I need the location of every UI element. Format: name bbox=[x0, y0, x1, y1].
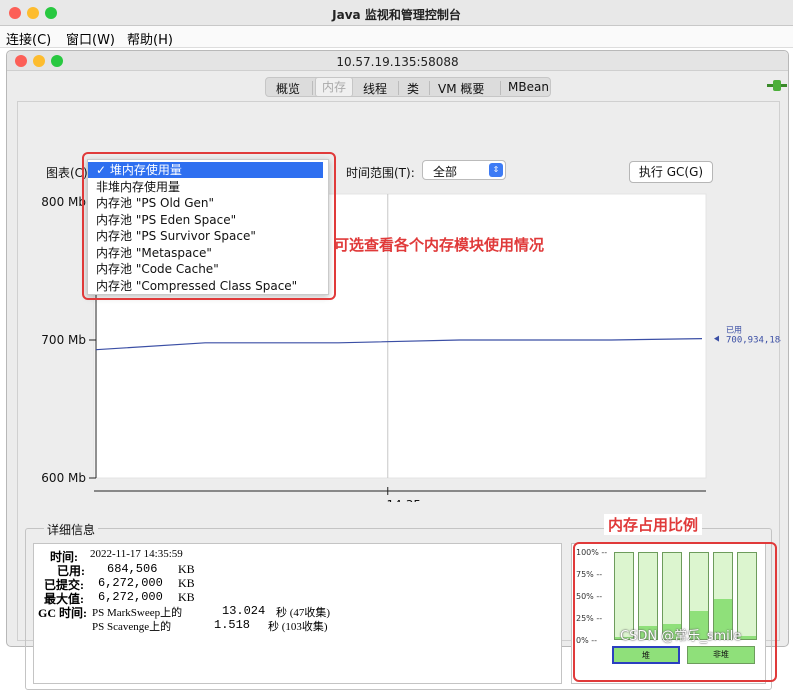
dropdown-highlight-box bbox=[82, 152, 336, 300]
time-value: 2022-11-17 14:35:59 bbox=[90, 548, 183, 560]
connection-plug-icon bbox=[767, 80, 787, 91]
time-range-select[interactable]: 全部 ⇕ bbox=[422, 160, 506, 180]
tab-memory[interactable]: 内存 bbox=[315, 77, 354, 97]
max-unit: KB bbox=[178, 590, 195, 604]
menu-bar: 连接(C) 窗口(W) 帮助(H) bbox=[0, 26, 793, 48]
time-range-value: 全部 bbox=[433, 165, 458, 179]
select-arrows-icon: ⇕ bbox=[489, 163, 503, 177]
connection-title-bar: 10.57.19.135:58088 bbox=[7, 51, 788, 71]
gc2-unit: 秒 (103收集) bbox=[268, 621, 328, 633]
menu-connect[interactable]: 连接(C) bbox=[6, 29, 51, 48]
y-tick-label: 700 Mb bbox=[41, 333, 86, 347]
tab-separator bbox=[312, 81, 313, 95]
ratio-highlight-box bbox=[573, 542, 777, 682]
gc2-time: 1.518 bbox=[214, 618, 251, 632]
tab-separator bbox=[429, 81, 430, 95]
memory-panel: 图表(C): 时间范围(T): 全部 ⇕ 执行 GC(G) 800 Mb 700 … bbox=[17, 101, 781, 690]
used-value: 684,506 bbox=[107, 562, 158, 576]
connection-title: 10.57.19.135:58088 bbox=[336, 55, 459, 69]
committed-value: 6,272,000 bbox=[98, 576, 163, 590]
x-tick-label: 14:35 bbox=[386, 498, 421, 502]
tab-mbean[interactable]: MBean bbox=[502, 80, 555, 94]
tab-separator bbox=[500, 81, 501, 95]
details-title: 详细信息 bbox=[44, 521, 99, 538]
legend-marker bbox=[714, 335, 719, 342]
tab-vm-summary[interactable]: VM 概要 bbox=[432, 80, 490, 97]
ratio-annotation: 内存占用比例 bbox=[604, 514, 703, 535]
time-range-label: 时间范围(T): bbox=[346, 166, 415, 180]
used-unit: KB bbox=[178, 562, 195, 576]
y-tick-label: 600 Mb bbox=[41, 471, 86, 485]
tab-bar: 概览 内存 线程 类 VM 概要 MBean bbox=[265, 77, 551, 97]
tab-threads[interactable]: 线程 bbox=[357, 80, 393, 97]
max-value: 6,272,000 bbox=[98, 590, 163, 604]
tab-overview[interactable]: 概览 bbox=[270, 80, 306, 97]
menu-window[interactable]: 窗口(W) bbox=[66, 29, 115, 48]
tab-separator bbox=[398, 81, 399, 95]
app-title: Java 监视和管理控制台 bbox=[332, 8, 461, 22]
committed-unit: KB bbox=[178, 576, 195, 590]
legend-label: 已用 bbox=[726, 326, 742, 335]
menu-help[interactable]: 帮助(H) bbox=[127, 29, 173, 48]
legend-value: 700,934,184 bbox=[726, 336, 781, 346]
y-tick-label: 800 Mb bbox=[41, 195, 86, 209]
dropdown-annotation: 可选查看各个内存模块使用情况 bbox=[334, 236, 545, 254]
watermark: CSDN @常乐_smile bbox=[620, 629, 742, 644]
gc1-time: 13.024 bbox=[222, 604, 266, 618]
details-text-area: 时间: 2022-11-17 14:35:59 已用: 684,506 KB 已… bbox=[33, 543, 562, 684]
tab-classes[interactable]: 类 bbox=[401, 80, 425, 97]
gc-time-label: GC 时间: bbox=[38, 606, 87, 620]
connection-window: 10.57.19.135:58088 概览 内存 线程 类 VM 概要 MBea… bbox=[6, 50, 789, 690]
perform-gc-button[interactable]: 执行 GC(G) bbox=[629, 161, 713, 183]
app-title-bar: Java 监视和管理控制台 bbox=[0, 0, 793, 26]
gc2-name: PS Scavenge上的 bbox=[92, 621, 172, 633]
